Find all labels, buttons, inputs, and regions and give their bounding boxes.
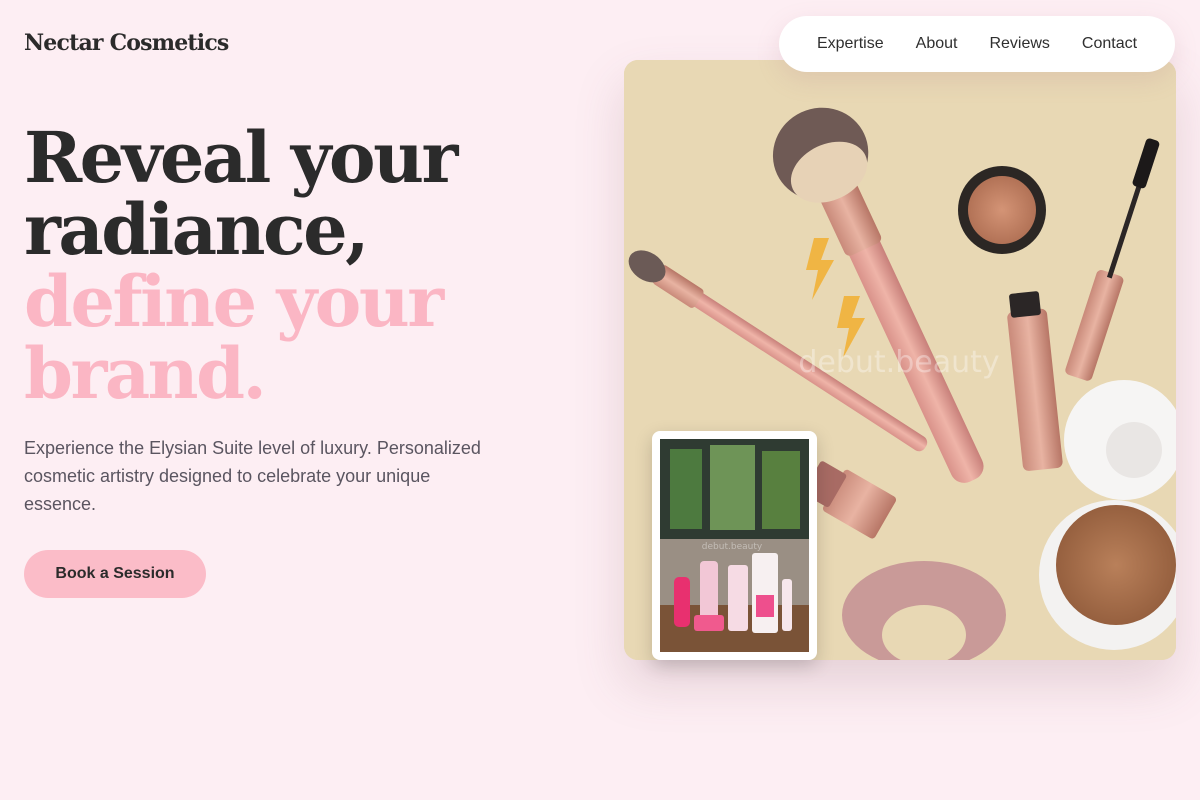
nav-item-about[interactable]: About — [916, 35, 958, 53]
headline-line-3: define your — [24, 260, 444, 343]
product-lineup-thumbnail[interactable]: debut.beauty — [652, 431, 817, 660]
thumbnail-watermark: debut.beauty — [702, 542, 763, 552]
nav-item-expertise[interactable]: Expertise — [817, 35, 884, 53]
hero-headline: Reveal your radiance, define your brand. — [24, 116, 458, 415]
nav-item-reviews[interactable]: Reviews — [989, 35, 1049, 53]
headline-line-1: Reveal your — [24, 116, 458, 199]
brand-logo[interactable]: Nectar Cosmetics — [24, 30, 229, 56]
skincare-bottles-photo: debut.beauty — [660, 439, 809, 652]
main-image-watermark: debut.beauty — [798, 345, 999, 380]
book-session-button[interactable]: Book a Session — [24, 550, 206, 598]
blush-pot-icon — [958, 166, 1046, 254]
hero-description: Experience the Elysian Suite level of lu… — [24, 438, 481, 514]
nav-item-contact[interactable]: Contact — [1082, 35, 1137, 53]
top-nav: Expertise About Reviews Contact — [779, 16, 1175, 72]
headline-line-2: radiance, — [24, 188, 370, 271]
headline-line-4: brand. — [24, 332, 267, 415]
